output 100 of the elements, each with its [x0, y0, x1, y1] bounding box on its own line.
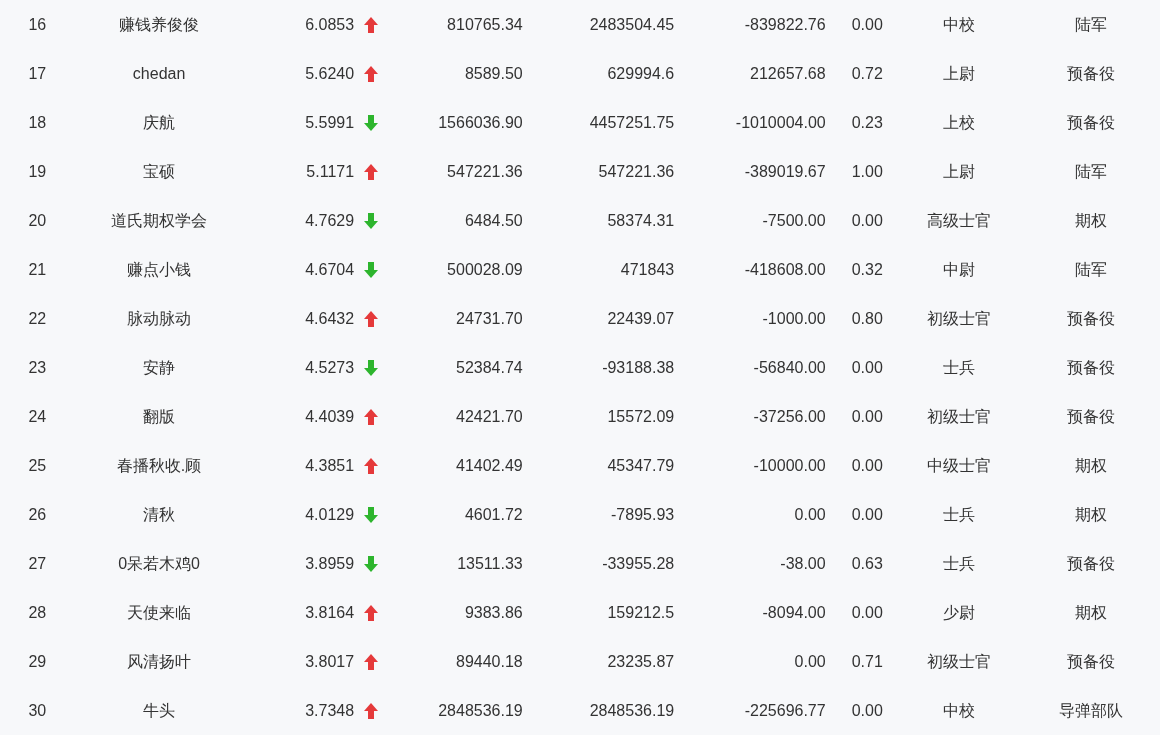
rank-number: 30: [28, 700, 47, 721]
table-cell-text: 0.63: [851, 553, 883, 574]
rank-title: 中级士官: [926, 455, 991, 476]
table-cell-text: 9383.86: [464, 602, 523, 623]
table-cell-text: -56840.00: [753, 357, 826, 378]
table-cell-text: 629994.6: [607, 63, 675, 84]
category-label: 预备役: [1067, 406, 1116, 427]
category-label: 预备役: [1067, 357, 1116, 378]
table-cell-text: -33955.28: [602, 553, 675, 574]
table-cell-text: -7895.93: [611, 504, 675, 525]
table-cell-text: 4457251.75: [589, 112, 675, 133]
table-cell-text: 0.00: [851, 406, 883, 427]
category-label: 期权: [1075, 602, 1108, 623]
ratio-value: 3.8959: [305, 553, 355, 574]
rank-title: 初级士官: [926, 651, 991, 672]
rank-title: 中校: [942, 14, 975, 35]
table-cell-text: 24731.70: [456, 308, 523, 329]
user-name: 道氏期权学会: [111, 210, 208, 231]
rank-number: 20: [28, 210, 47, 231]
table-cell-text: -1010004.00: [735, 112, 826, 133]
table-cell-text: 0.32: [851, 259, 883, 280]
ratio-value: 4.0129: [305, 504, 355, 525]
table-cell-text: 471843: [620, 259, 675, 280]
user-name: 风清扬叶: [127, 651, 192, 672]
category-label: 期权: [1075, 504, 1108, 525]
table-cell-text: 52384.74: [456, 357, 523, 378]
user-name: 庆航: [143, 112, 176, 133]
rank-title: 士兵: [942, 504, 975, 525]
rank-number: 19: [28, 161, 47, 182]
user-name: 天使来临: [127, 602, 192, 623]
ratio-value: 4.3851: [305, 455, 355, 476]
table-cell-text: 0.71: [851, 651, 883, 672]
user-name: 牛头: [143, 700, 176, 721]
category-label: 预备役: [1067, 553, 1116, 574]
table-cell-text: 42421.70: [456, 406, 523, 427]
category-label: 陆军: [1075, 161, 1108, 182]
rank-number: 16: [28, 14, 47, 35]
table-cell-text: 1566036.90: [438, 112, 523, 133]
rank-number: 23: [28, 357, 47, 378]
rank-number: 22: [28, 308, 47, 329]
rank-title: 少尉: [942, 602, 975, 623]
user-name: chedan: [132, 63, 186, 84]
rank-title: 中尉: [942, 259, 975, 280]
rank-title: 中校: [942, 700, 975, 721]
table-cell-text: 0.00: [851, 210, 883, 231]
table-cell-text: -38.00: [780, 553, 826, 574]
table-cell-text: -37256.00: [753, 406, 826, 427]
table-cell-text: 89440.18: [456, 651, 523, 672]
table-cell-text: 0.00: [851, 504, 883, 525]
user-name: 宝硕: [143, 161, 176, 182]
table-cell-text: -10000.00: [753, 455, 826, 476]
rank-number: 27: [28, 553, 47, 574]
table-cell-text: -93188.38: [602, 357, 675, 378]
table-cell-text: 1.00: [851, 161, 883, 182]
table-cell-text: 0.72: [851, 63, 883, 84]
user-name: 春播秋收.顾: [116, 455, 202, 476]
user-name: 0呆若木鸡0: [118, 553, 200, 574]
ratio-value: 5.6240: [305, 63, 355, 84]
ratio-value: 4.6704: [305, 259, 355, 280]
table-cell-text: 0.00: [851, 14, 883, 35]
category-label: 预备役: [1067, 308, 1116, 329]
rank-number: 25: [28, 455, 47, 476]
category-label: 预备役: [1067, 112, 1116, 133]
table-cell-text: 0.00: [851, 700, 883, 721]
rank-number: 24: [28, 406, 47, 427]
table-cell-text: 159212.5: [607, 602, 675, 623]
user-name: 赚钱养俊俊: [119, 14, 200, 35]
table-cell-text: 0.80: [851, 308, 883, 329]
user-name: 翻版: [143, 406, 176, 427]
table-cell-text: -7500.00: [762, 210, 826, 231]
table-cell-text: 45347.79: [607, 455, 675, 476]
table-cell-text: 0.00: [794, 651, 826, 672]
ratio-value: 3.7348: [305, 700, 355, 721]
rank-number: 28: [28, 602, 47, 623]
table-cell-text: 500028.09: [447, 259, 523, 280]
rank-number: 18: [28, 112, 47, 133]
table-cell-text: 212657.68: [750, 63, 826, 84]
ratio-value: 5.5991: [305, 112, 355, 133]
rank-number: 29: [28, 651, 47, 672]
table-cell-text: 547221.36: [598, 161, 675, 182]
table-cell-text: 58374.31: [607, 210, 675, 231]
table-cell-text: 547221.36: [447, 161, 523, 182]
category-label: 预备役: [1067, 63, 1116, 84]
table-cell-text: 13511.33: [457, 553, 523, 574]
table-cell-text: 0.00: [851, 357, 883, 378]
category-label: 期权: [1075, 210, 1108, 231]
user-name: 安静: [143, 357, 176, 378]
rank-number: 17: [28, 63, 47, 84]
ratio-value: 3.8017: [305, 651, 355, 672]
rank-title: 上尉: [942, 161, 975, 182]
ratio-value: 4.4039: [305, 406, 355, 427]
user-name: 赚点小钱: [127, 259, 192, 280]
user-name: 脉动脉动: [127, 308, 192, 329]
table-cell-text: 2848536.19: [589, 700, 675, 721]
table-cell-text: 6484.50: [464, 210, 523, 231]
table-cell-text: 41402.49: [456, 455, 523, 476]
table-cell-text: 15572.09: [607, 406, 675, 427]
category-label: 陆军: [1075, 259, 1108, 280]
table-cell-text: 8589.50: [464, 63, 523, 84]
rank-title: 上尉: [942, 63, 975, 84]
